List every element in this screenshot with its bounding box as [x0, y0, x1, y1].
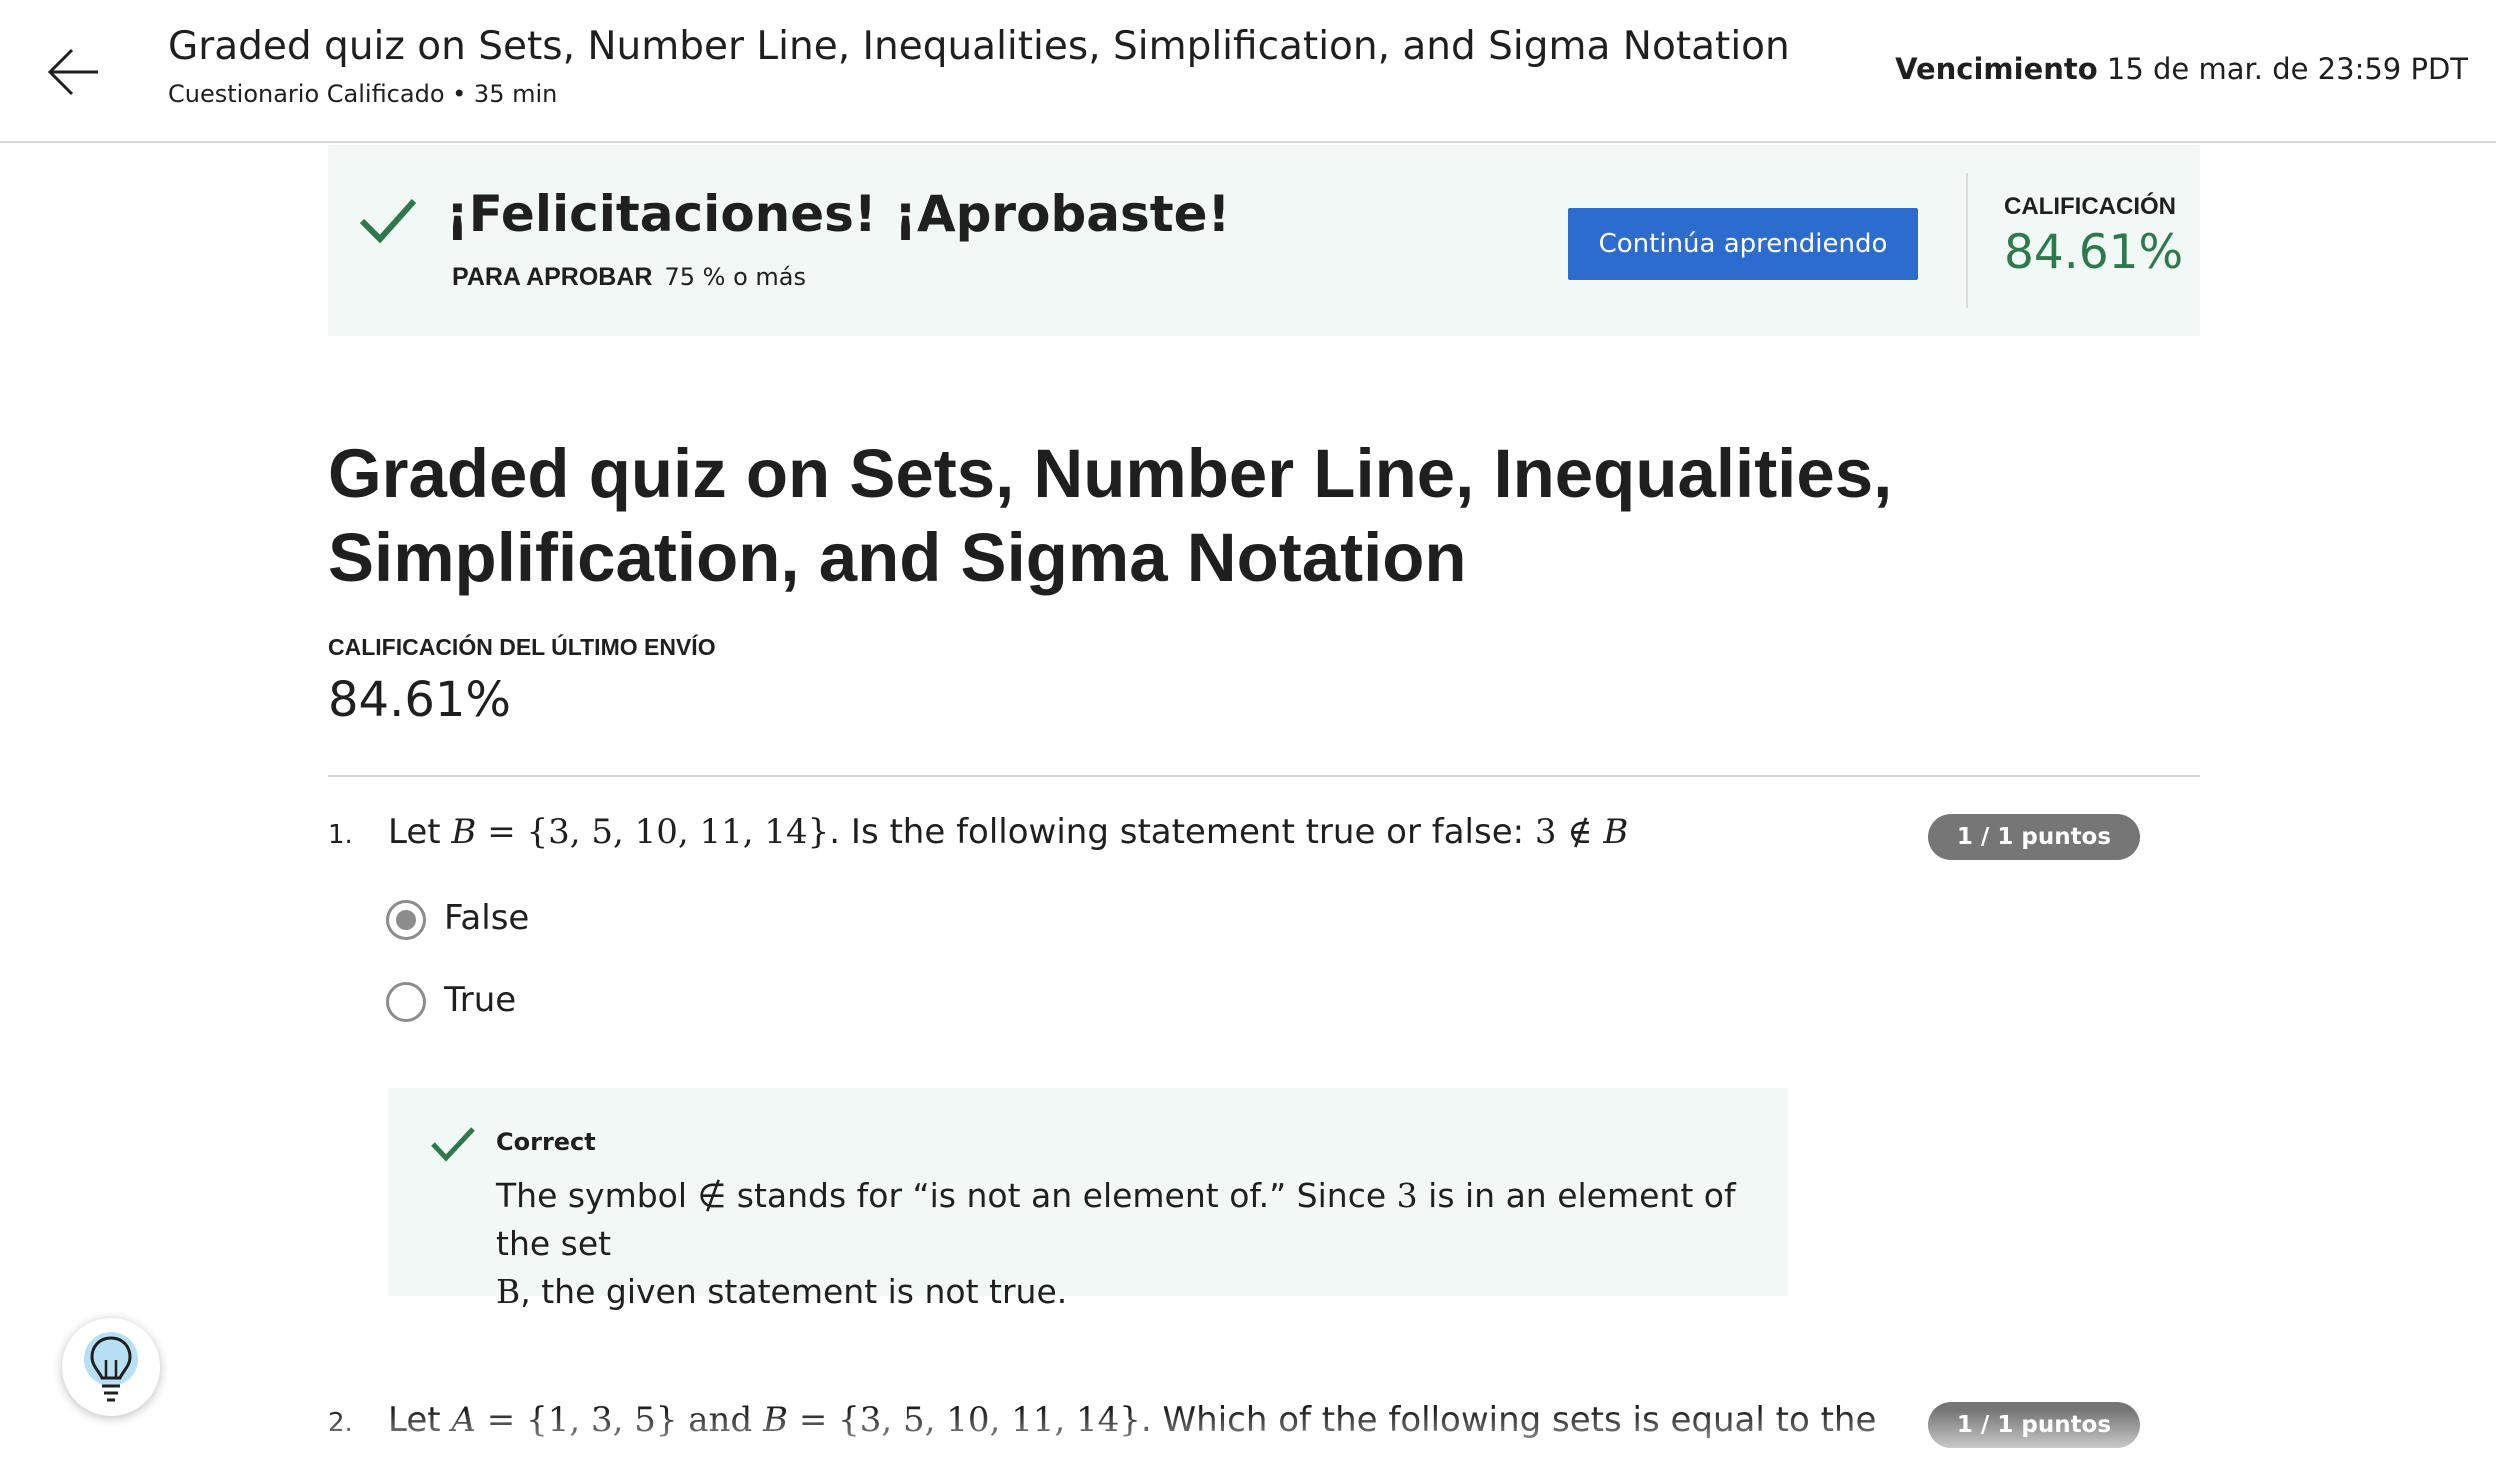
grade-label: CALIFICACIÓN — [2004, 193, 2176, 220]
continue-learning-button[interactable]: Continúa aprendiendo — [1568, 208, 1918, 280]
math-set: = {1, 3, 5} — [475, 1400, 678, 1440]
math-statement-left: 3 ∉ — [1534, 812, 1604, 852]
question-text-middle: . Is the following statement true or fal… — [829, 812, 1535, 852]
feedback-box: Correct The symbol ∉ stands for “is not … — [388, 1088, 1788, 1311]
radio-button-selected[interactable] — [386, 900, 426, 940]
math-var: B — [496, 1272, 521, 1311]
page-title: Graded quiz on Sets, Number Line, Inequa… — [328, 435, 1893, 596]
top-header: Graded quiz on Sets, Number Line, Inequa… — [0, 0, 2496, 143]
feedback-title: Correct — [496, 1128, 596, 1156]
checkmark-icon — [359, 198, 417, 244]
last-submission-value: 84.61% — [328, 672, 512, 728]
option-label: True — [444, 980, 517, 1020]
points-badge: 1 / 1 puntos — [1928, 1402, 2140, 1448]
feedback-text-part: The symbol ∉ stands for “is not an eleme… — [496, 1176, 1397, 1215]
option-true[interactable]: True — [386, 978, 986, 1028]
math-set: = {3, 5, 10, 11, 14} — [788, 1400, 1141, 1440]
math-expression: A = {1, 3, 5} and B = {3, 5, 10, 11, 14} — [451, 1400, 1141, 1440]
feedback-text-part: , the given statement is not true. — [520, 1272, 1068, 1311]
math-expression: B = {3, 5, 10, 11, 14} — [451, 812, 829, 852]
question-text: Let B = {3, 5, 10, 11, 14}. Is the follo… — [388, 812, 1628, 852]
header-title: Graded quiz on Sets, Number Line, Inequa… — [168, 24, 1790, 69]
banner-divider — [1966, 173, 1968, 308]
math-set: = {3, 5, 10, 11, 14} — [476, 812, 830, 852]
question-text: Let A = {1, 3, 5} and B = {3, 5, 10, 11,… — [388, 1400, 1876, 1440]
math-statement: 3 ∉ B — [1535, 812, 1628, 852]
pass-requirement: PARA APROBAR 75 % o más — [452, 263, 806, 292]
question-number: 2. — [328, 1408, 353, 1438]
option-false[interactable]: False — [386, 896, 986, 946]
divider — [328, 775, 2200, 777]
pass-value: 75 % o más — [664, 263, 806, 291]
math-number: 3 — [1396, 1176, 1418, 1215]
back-button[interactable] — [40, 38, 108, 106]
radio-button[interactable] — [386, 982, 426, 1022]
question-text-rest: . Which of the following sets is equal t… — [1140, 1400, 1877, 1440]
banner-title: ¡Felicitaciones! ¡Aprobaste! — [446, 185, 1231, 243]
question-number: 1. — [328, 820, 353, 850]
points-badge: 1 / 1 puntos — [1928, 814, 2140, 860]
option-label: False — [444, 898, 530, 938]
math-and: and — [677, 1400, 764, 1440]
checkmark-icon — [431, 1127, 475, 1162]
due-value: 15 de mar. de 23:59 PDT — [2106, 52, 2468, 86]
hint-button[interactable] — [62, 1318, 160, 1416]
due-label: Vencimiento — [1895, 52, 2098, 86]
feedback-text: The symbol ∉ stands for “is not an eleme… — [496, 1172, 1756, 1316]
math-var: B — [451, 812, 477, 852]
math-statement-var: B — [1603, 812, 1629, 852]
arrow-left-icon — [47, 48, 98, 96]
question-text-prefix: Let — [388, 812, 452, 852]
question-text-prefix: Let — [388, 1400, 452, 1440]
math-var: A — [451, 1400, 476, 1440]
pass-label: PARA APROBAR — [452, 263, 653, 291]
grade-value: 84.61% — [2004, 225, 2184, 280]
header-subtitle: Cuestionario Calificado • 35 min — [168, 80, 558, 108]
last-submission-label: CALIFICACIÓN DEL ÚLTIMO ENVÍO — [328, 634, 716, 660]
due-date: Vencimiento 15 de mar. de 23:59 PDT — [1895, 52, 2468, 86]
math-var: B — [763, 1400, 789, 1440]
lightbulb-icon — [84, 1332, 138, 1402]
pass-banner: ¡Felicitaciones! ¡Aprobaste! PARA APROBA… — [328, 145, 2200, 336]
